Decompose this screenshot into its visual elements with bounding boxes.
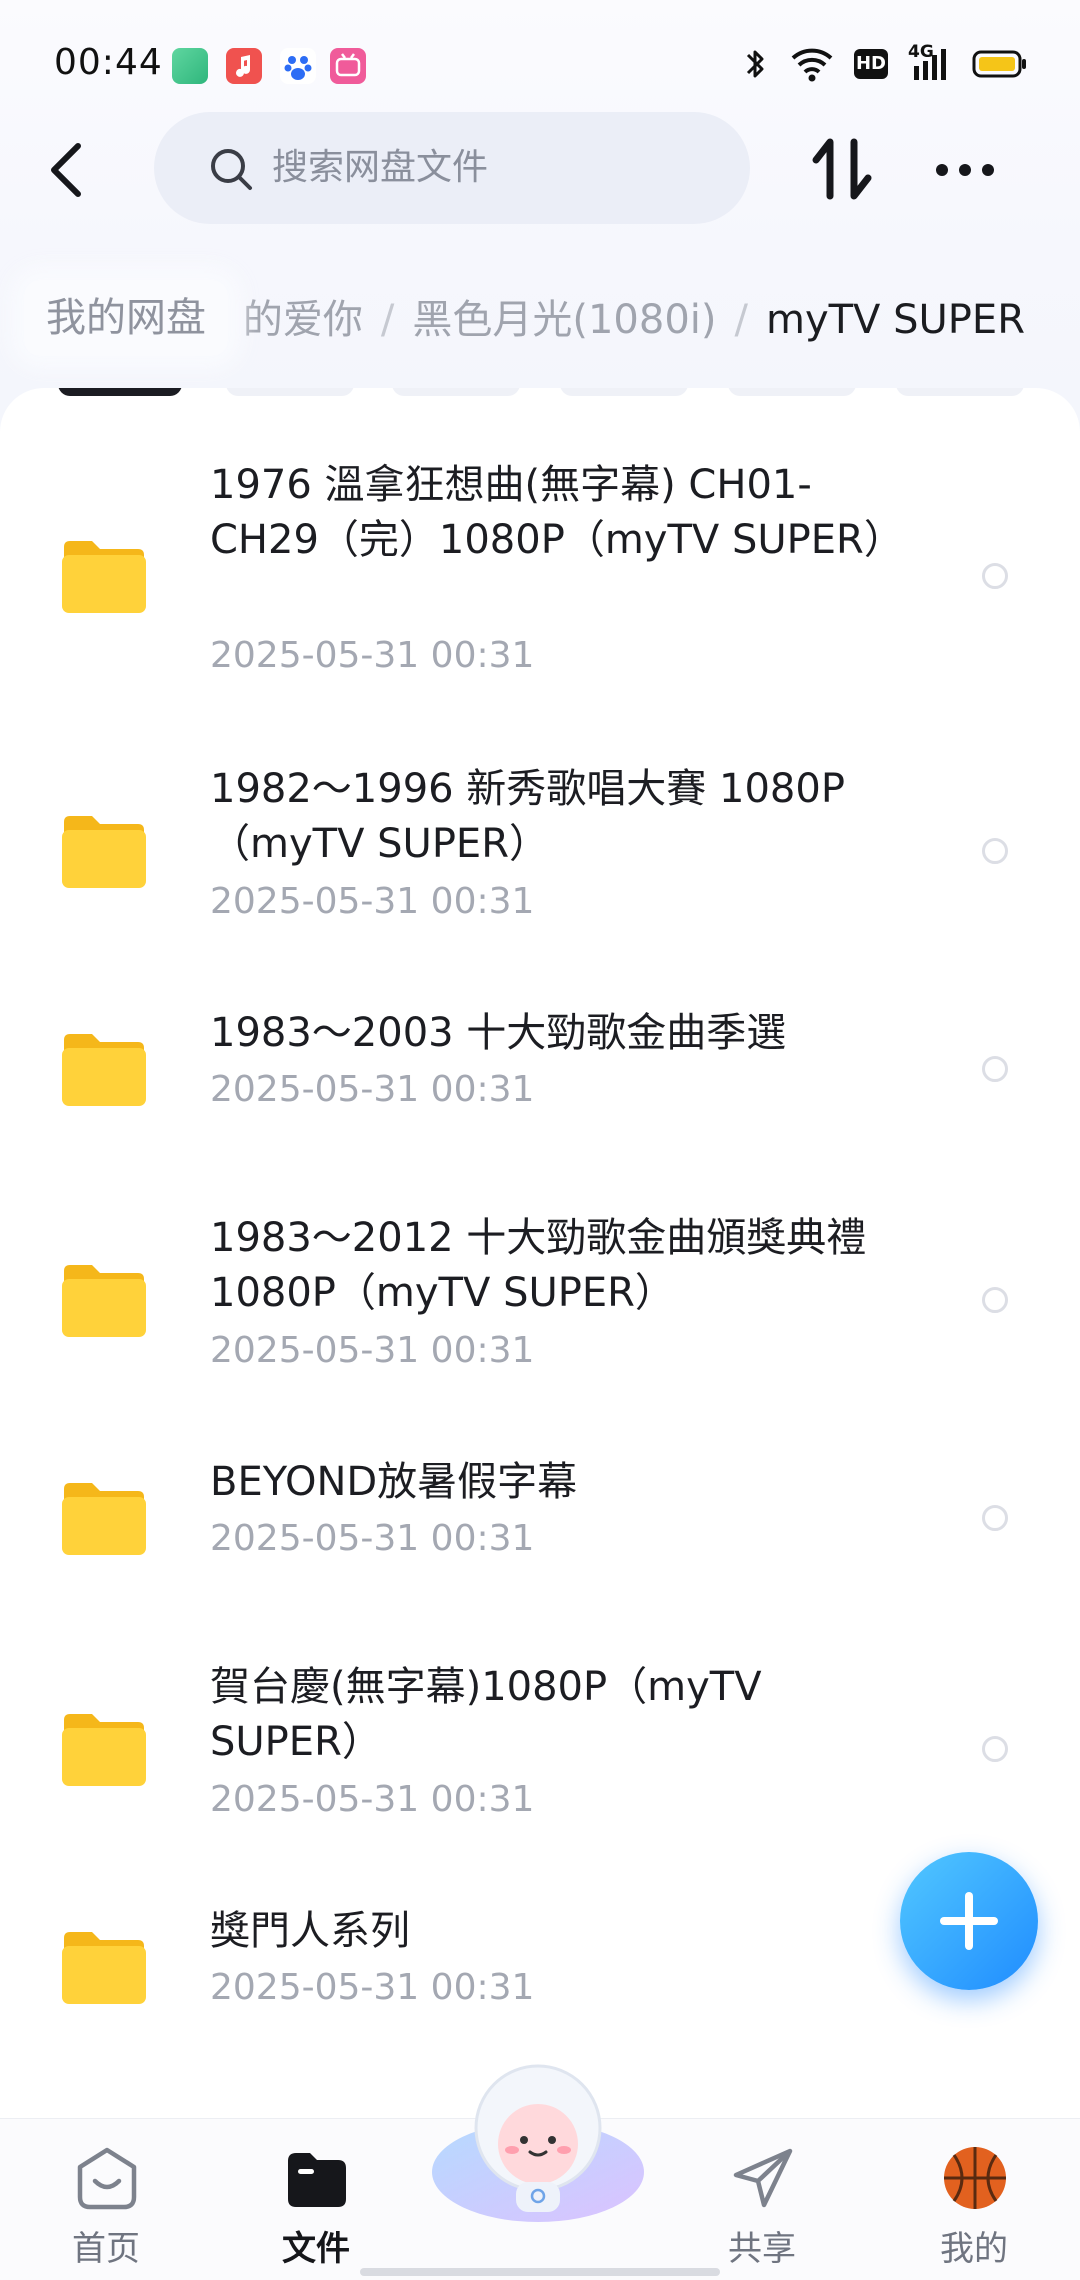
folder-icon (288, 2153, 346, 2207)
nav-item-home[interactable]: 首页 (36, 2129, 176, 2269)
nav-label-share: 共享 (728, 2229, 796, 2269)
nav-item-files[interactable]: 文件 (246, 2129, 386, 2269)
file-date: 2025-05-31 00:31 (210, 1517, 534, 1561)
search-placeholder: 搜索网盘文件 (272, 147, 489, 188)
select-radio[interactable] (982, 838, 1008, 864)
breadcrumb-separator: / (734, 297, 748, 343)
filter-tab[interactable] (728, 388, 856, 396)
file-name: 1983～2003 十大勁歌金曲季選 (210, 1010, 787, 1056)
select-radio[interactable] (982, 1736, 1008, 1762)
music-app-icon (226, 48, 262, 84)
file-date-day: 2025-05-31 (210, 1069, 420, 1110)
file-name: 獎門人系列 (210, 1908, 410, 1954)
system-icons: HD 4G (740, 42, 1028, 84)
file-date-time: 00:31 (430, 1518, 535, 1559)
bilibili-app-icon (330, 48, 366, 84)
bluetooth-icon (746, 50, 764, 78)
notification-app-icon (172, 48, 208, 84)
file-date-day: 2025-05-31 (210, 1330, 420, 1371)
send-icon (733, 2148, 793, 2208)
home-icon (77, 2147, 137, 2210)
file-date-day: 2025-05-31 (210, 1967, 420, 2008)
file-row[interactable]: 1982～1996 新秀歌唱大賽 1080P（myTV SUPER） 2025-… (0, 762, 1080, 962)
file-row[interactable]: 賀台慶(無字幕)1080P（myTV SUPER） 2025-05-31 00:… (0, 1660, 1080, 1860)
search-bar[interactable]: 搜索网盘文件 (154, 112, 750, 224)
sort-button[interactable] (808, 134, 876, 204)
signal-icon: 4G (908, 42, 952, 82)
breadcrumb-separator: / (380, 297, 395, 343)
file-date-time: 00:31 (430, 1330, 535, 1371)
file-row[interactable]: 1983～2003 十大勁歌金曲季選 2025-05-31 00:31 (0, 1006, 1080, 1146)
sort-icon (812, 138, 872, 200)
folder-icon (62, 1932, 146, 2004)
back-button[interactable] (38, 130, 98, 210)
file-name: 1983～2012 十大勁歌金曲頒獎典禮 1080P（myTV SUPER） (210, 1215, 867, 1316)
filter-tab[interactable] (560, 388, 688, 396)
app-window: 00:44 HD 4G 搜索网盘文件 的爱你 / 黑色月光(1080i) / m… (0, 0, 1080, 2280)
add-button[interactable] (900, 1852, 1038, 1990)
breadcrumb-root[interactable]: 我的网盘 (24, 280, 228, 356)
file-name: BEYOND放暑假字幕 (210, 1459, 578, 1505)
nav-label-home: 首页 (72, 2229, 140, 2269)
select-radio[interactable] (982, 1505, 1008, 1531)
filter-tab-active[interactable] (58, 388, 182, 396)
file-date-time: 00:31 (430, 1069, 535, 1110)
folder-icon (62, 1714, 146, 1786)
basketball-avatar-icon (944, 2147, 1006, 2209)
more-button[interactable] (930, 150, 1000, 190)
filter-tab[interactable] (226, 388, 354, 396)
file-row[interactable]: 1983～2012 十大勁歌金曲頒獎典禮 1080P（myTV SUPER） 2… (0, 1211, 1080, 1411)
file-date: 2025-05-31 00:31 (210, 634, 534, 678)
folder-icon (62, 1034, 146, 1106)
wifi-icon (791, 48, 833, 82)
paw-app-icon (280, 48, 316, 84)
breadcrumb-trail: 的爱你 / 黑色月光(1080i) / myTV SUPER (243, 294, 1025, 346)
folder-icon (62, 1483, 146, 1555)
home-indicator (360, 2268, 720, 2276)
search-icon (211, 149, 252, 190)
file-row[interactable]: 1976 溫拿狂想曲(無字幕) CH01-CH29（完）1080P（myTV S… (0, 458, 1080, 718)
status-time: 00:44 (54, 42, 163, 83)
chevron-left-icon (51, 143, 81, 197)
file-date-day: 2025-05-31 (210, 1779, 420, 1820)
select-radio[interactable] (982, 563, 1008, 589)
file-date-time: 00:31 (430, 881, 535, 922)
nav-label-me: 我的 (940, 2229, 1008, 2269)
nav-item-share[interactable]: 共享 (692, 2129, 832, 2269)
folder-icon (62, 816, 146, 888)
select-radio[interactable] (982, 1287, 1008, 1313)
nav-label-files: 文件 (282, 2229, 350, 2269)
nav-item-me[interactable]: 我的 (904, 2129, 1044, 2269)
folder-icon (62, 1265, 146, 1337)
filter-tab[interactable] (896, 388, 1024, 396)
file-date: 2025-05-31 00:31 (210, 880, 534, 924)
file-date-day: 2025-05-31 (210, 881, 420, 922)
hd-badge-icon: HD (854, 49, 888, 79)
status-bar: 00:44 HD 4G (0, 0, 1080, 130)
file-date: 2025-05-31 00:31 (210, 1329, 534, 1373)
mascot-icon (432, 2064, 644, 2222)
file-name: 1982～1996 新秀歌唱大賽 1080P（myTV SUPER） (210, 766, 845, 867)
file-date: 2025-05-31 00:31 (210, 1966, 534, 2010)
file-date-day: 2025-05-31 (210, 635, 420, 676)
file-name: 賀台慶(無字幕)1080P（myTV SUPER） (210, 1664, 762, 1765)
file-name: 1976 溫拿狂想曲(無字幕) CH01-CH29（完）1080P（myTV S… (210, 462, 904, 563)
select-radio[interactable] (982, 1056, 1008, 1082)
battery-icon (972, 50, 1026, 78)
file-date: 2025-05-31 00:31 (210, 1068, 534, 1112)
plus-icon (940, 1892, 998, 1950)
file-date-day: 2025-05-31 (210, 1518, 420, 1559)
breadcrumb-item-partial[interactable]: 的爱你 (243, 297, 363, 343)
file-date-time: 00:31 (430, 635, 535, 676)
breadcrumb-item-middle[interactable]: 黑色月光(1080i) (412, 297, 716, 343)
file-date-time: 00:31 (430, 1967, 535, 2008)
more-icon (936, 164, 994, 176)
file-date-time: 00:31 (430, 1779, 535, 1820)
mascot-assistant-button[interactable] (428, 2052, 648, 2232)
file-row[interactable]: BEYOND放暑假字幕 2025-05-31 00:31 (0, 1455, 1080, 1595)
folder-icon (62, 541, 146, 613)
file-date: 2025-05-31 00:31 (210, 1778, 534, 1822)
filter-tab[interactable] (392, 388, 520, 396)
breadcrumb-item-current: myTV SUPER (765, 297, 1025, 343)
